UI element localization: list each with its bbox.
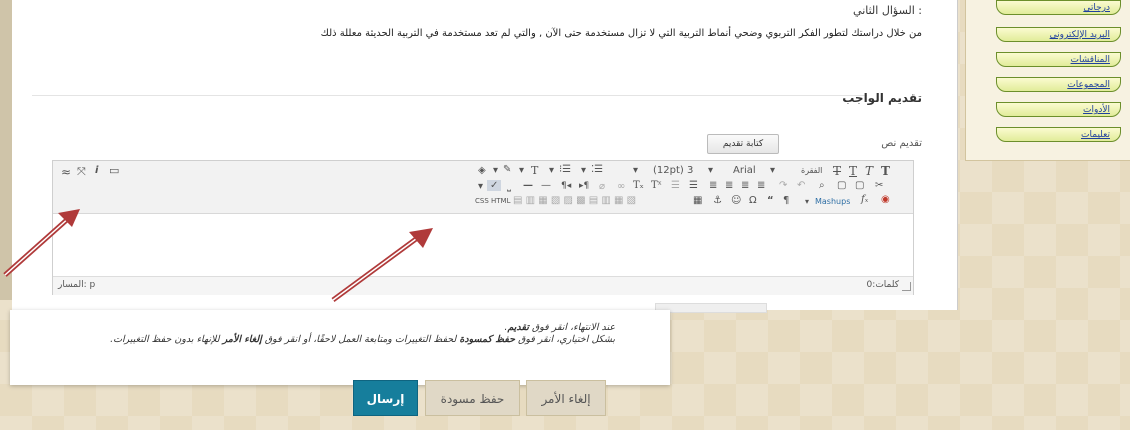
bullet-list-icon[interactable]: ⁚☰ [591, 164, 603, 175]
chevron-down-icon[interactable]: ▾ [581, 165, 586, 176]
record-icon[interactable]: ◉ [881, 194, 890, 205]
notice-line2-prefix: بشكل اختياري، انقر فوق [518, 334, 615, 345]
align-left-icon[interactable]: ≣ [757, 180, 765, 191]
undo-icon[interactable]: ↶ [797, 180, 805, 191]
chevron-down-icon[interactable]: ▾ [805, 197, 809, 206]
notice-draft-word: حفظ كمسودة [459, 334, 515, 345]
special-char-icon[interactable]: Ω [749, 195, 757, 206]
eraser-icon[interactable]: ◈ [478, 165, 486, 176]
submit-instructions-panel: عند الانتهاء، انقر فوق تقديم. بشكل اختيا… [10, 310, 670, 385]
preview-icon[interactable]: ▭ [109, 164, 119, 177]
horizontal-line-icon[interactable]: — [541, 180, 551, 191]
submit-instructions-text: عند الانتهاء، انقر فوق تقديم. بشكل اختيا… [110, 322, 615, 345]
css-button[interactable]: CSS [475, 197, 489, 205]
section-divider [32, 95, 867, 96]
table-tools-icons[interactable]: ▤ ▥ ▦ ▧ ▨ ▩ ▤ ▥ ▦ ▧ [513, 195, 636, 206]
font-family-select[interactable]: Arial [733, 165, 756, 176]
course-menu-sidebar: درجاتي البريد الإلكتروني المناقشات المجم… [965, 0, 1130, 161]
justify-icon[interactable]: ≣ [709, 180, 717, 191]
rich-text-editor: ≈ ⤧ i ▭ ◈ ▾ ✎ ▾ T ▾ ⁝☰ ▾ ⁚☰ ▾ (12pt) 3 ▾… [52, 160, 914, 295]
outdent-icon[interactable]: ☰ [671, 180, 680, 191]
notice-line2-suffix: للإنهاء بدون حفظ التغييرات. [110, 334, 220, 345]
highlight-color-icon[interactable]: ✎ [503, 164, 511, 175]
numbered-list-icon[interactable]: ⁝☰ [559, 164, 571, 175]
superscript-icon[interactable]: Tˣ [651, 180, 662, 191]
sidebar-item-groups[interactable]: المجموعات [996, 77, 1121, 92]
bold-icon[interactable]: T [881, 164, 890, 178]
editor-status-bar: المسار: p كلمات:0 [53, 276, 913, 295]
notice-line1-prefix: عند الانتهاء، انقر فوق [531, 322, 615, 333]
question-label: السؤال الثاني : [853, 4, 922, 17]
editor-toolbar: ≈ ⤧ i ▭ ◈ ▾ ✎ ▾ T ▾ ⁝☰ ▾ ⁚☰ ▾ (12pt) 3 ▾… [53, 161, 913, 214]
chevron-down-icon[interactable]: ▾ [633, 165, 638, 176]
underline-icon[interactable]: T [849, 164, 857, 178]
math-icon[interactable]: fₓ [861, 194, 868, 205]
chevron-down-icon[interactable]: ▾ [549, 165, 554, 176]
search-icon[interactable]: ⌕ [819, 180, 825, 191]
send-button[interactable]: إرسال [353, 380, 418, 416]
info-icon[interactable]: i [95, 165, 98, 176]
cancel-button[interactable]: إلغاء الأمر [526, 380, 606, 416]
editor-text-area[interactable] [53, 214, 913, 276]
sidebar-item-grades[interactable]: درجاتي [996, 0, 1121, 15]
chevron-down-icon[interactable]: ▾ [493, 165, 498, 176]
sidebar-item-discussions[interactable]: المناقشات [996, 52, 1121, 67]
redo-icon[interactable]: ↷ [779, 180, 787, 191]
annotation-arrow-left [3, 209, 80, 277]
notice-cancel-word: إلغاء الأمر [222, 334, 262, 345]
assignment-content-panel: السؤال الثاني : من خلال دراستك لتطور الف… [12, 0, 958, 310]
unlink-icon[interactable]: ⌀ [599, 181, 605, 192]
submission-section-title: تقديم الواجب [842, 91, 922, 105]
indent-icon[interactable]: ☰ [689, 180, 698, 191]
italic-icon[interactable]: T [865, 164, 873, 178]
save-draft-button[interactable]: حفظ مسودة [425, 380, 520, 416]
word-count: كلمات:0 [866, 280, 899, 290]
paragraph-format-select[interactable]: الفقرة [801, 166, 822, 175]
fullscreen-icon[interactable]: ⤧ [77, 165, 86, 179]
editor-path: المسار: p [58, 280, 96, 290]
anchor-icon[interactable]: ⚓ [713, 195, 722, 206]
html-button[interactable]: HTML [491, 197, 510, 205]
annotation-arrow-center [331, 228, 433, 303]
spellcheck-icon[interactable]: ✓ [487, 180, 502, 191]
align-center-icon[interactable]: ≣ [741, 180, 749, 191]
partially-hidden-button[interactable] [655, 303, 767, 313]
mashups-menu[interactable]: Mashups [815, 197, 850, 206]
sidebar-item-help[interactable]: تعليمات [996, 127, 1121, 142]
write-submission-button[interactable]: كتابة تقديم [707, 134, 779, 154]
show-blocks-icon[interactable]: ¶ [783, 195, 789, 206]
chevron-down-icon[interactable]: ▾ [519, 165, 524, 176]
font-size-select[interactable]: (12pt) 3 [653, 165, 693, 176]
text-color-icon[interactable]: T [531, 164, 538, 177]
cut-icon[interactable]: ✂ [875, 180, 883, 191]
link-icon[interactable]: ∞ [617, 181, 625, 192]
chevron-down-icon[interactable]: ▾ [478, 181, 483, 192]
strikethrough-icon[interactable]: T [833, 164, 841, 178]
nonbreaking-space-icon[interactable]: ⎵ [507, 181, 511, 192]
notice-line2-mid: لحفظ التغييرات ومتابعة العمل لاحقًا، أو … [264, 334, 457, 345]
chevron-down-icon[interactable]: ▾ [770, 165, 775, 176]
emoticon-icon[interactable]: ☺ [731, 195, 741, 206]
subscript-icon[interactable]: Tₓ [633, 180, 644, 191]
chevron-down-icon[interactable]: ▾ [708, 165, 713, 176]
paste-icon[interactable]: ▢ [837, 180, 846, 191]
text-submission-label: تقديم نص [881, 138, 922, 149]
sidebar-item-tools[interactable]: الأدوات [996, 102, 1121, 117]
sidebar-item-email[interactable]: البريد الإلكتروني [996, 27, 1121, 42]
question-text: من خلال دراستك لتطور الفكر التربوي وضحي … [320, 28, 922, 39]
ltr-icon[interactable]: ▸¶ [579, 181, 589, 191]
notice-submit-word: تقديم [507, 322, 529, 333]
insert-table-icon[interactable]: ▦ [693, 195, 702, 206]
align-right-icon[interactable]: ≣ [725, 180, 733, 191]
copy-icon[interactable]: ▢ [855, 180, 864, 191]
rtl-icon[interactable]: ¶◂ [561, 181, 571, 191]
blockquote-icon[interactable]: “ [767, 195, 774, 206]
resize-handle[interactable] [902, 282, 911, 291]
horizontal-rule-icon[interactable]: — [523, 180, 533, 191]
collapse-toolbar-icon[interactable]: ≈ [61, 165, 71, 179]
